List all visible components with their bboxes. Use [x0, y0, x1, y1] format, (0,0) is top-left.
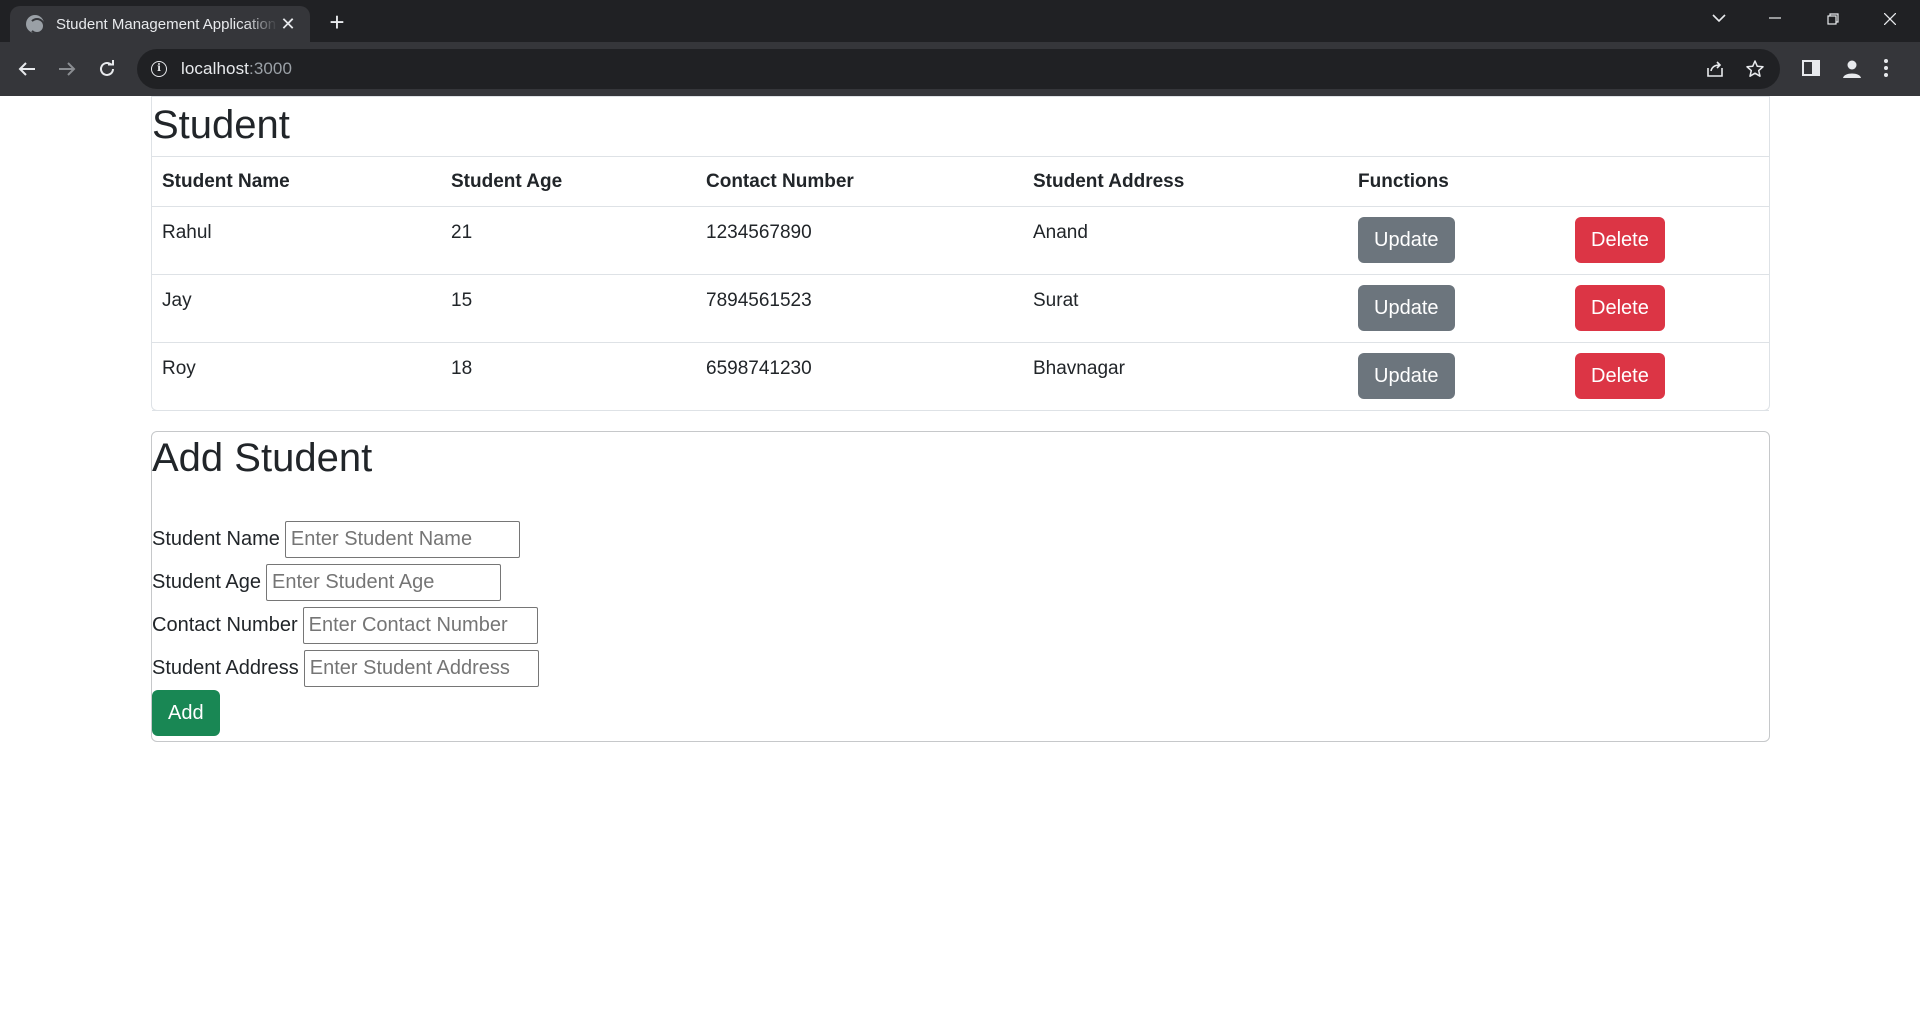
student-name-cell: Rahul — [152, 206, 441, 275]
contact-number-input[interactable] — [302, 607, 538, 644]
new-tab-button[interactable]: + — [322, 8, 352, 38]
tab-search-icon[interactable] — [1696, 4, 1742, 34]
tab-title: Student Management Application — [56, 15, 277, 33]
delete-cell: Delete — [1565, 274, 1769, 343]
table-row: Rahul 21 1234567890 Anand Update Delete — [152, 206, 1769, 275]
contact-number-row: Contact Number — [152, 607, 538, 644]
column-header-address: Student Address — [1023, 156, 1348, 207]
student-age-row: Student Age — [152, 564, 501, 601]
address-bar[interactable]: i localhost:3000 — [137, 49, 1780, 89]
more-menu-icon[interactable] — [1882, 58, 1904, 80]
table-row: Roy 18 6598741230 Bhavnagar Update Delet… — [152, 342, 1769, 411]
delete-cell: Delete — [1565, 206, 1769, 275]
student-age-label: Student Age — [152, 571, 261, 593]
delete-button[interactable]: Delete — [1575, 353, 1665, 399]
delete-cell: Delete — [1565, 342, 1769, 411]
browser-tab[interactable]: Student Management Application ✕ — [10, 6, 310, 42]
contact-number-label: Contact Number — [152, 614, 298, 636]
update-cell: Update — [1348, 274, 1565, 343]
page-content: Student Student Name Student Age Contact… — [0, 96, 1920, 1019]
column-header-age: Student Age — [441, 156, 696, 207]
table-row: Jay 15 7894561523 Surat Update Delete — [152, 274, 1769, 343]
add-student-card: Add Student Student Name Student Age Con… — [151, 431, 1770, 742]
site-info-icon[interactable]: i — [151, 61, 167, 77]
minimize-icon[interactable] — [1752, 4, 1798, 34]
forward-arrow-icon[interactable] — [51, 53, 83, 85]
column-header-functions: Functions — [1348, 156, 1565, 207]
student-name-cell: Roy — [152, 342, 441, 411]
student-name-cell: Jay — [152, 274, 441, 343]
column-header-blank — [1565, 156, 1769, 207]
browser-tab-strip: Student Management Application ✕ + — [0, 0, 1920, 42]
student-name-input[interactable] — [284, 521, 520, 558]
update-button[interactable]: Update — [1358, 285, 1455, 331]
url-text: localhost:3000 — [181, 59, 293, 78]
column-header-contact: Contact Number — [696, 156, 1023, 207]
student-address-row: Student Address — [152, 650, 539, 687]
student-address-label: Student Address — [152, 657, 299, 679]
student-age-cell: 21 — [441, 206, 696, 275]
student-address-cell: Bhavnagar — [1023, 342, 1348, 411]
close-tab-icon[interactable]: ✕ — [278, 14, 298, 34]
student-name-label: Student Name — [152, 528, 280, 550]
column-header-name: Student Name — [152, 156, 441, 207]
student-name-row: Student Name — [152, 521, 520, 558]
contact-number-cell: 1234567890 — [696, 206, 1023, 275]
bookmark-star-icon[interactable] — [1745, 59, 1765, 79]
restore-icon[interactable] — [1810, 4, 1856, 34]
student-age-cell: 15 — [441, 274, 696, 343]
student-list-card: Student Student Name Student Age Contact… — [151, 96, 1770, 411]
add-button[interactable]: Add — [152, 690, 220, 736]
table-header-row: Student Name Student Age Contact Number … — [152, 156, 1769, 207]
browser-toolbar: i localhost:3000 — [0, 42, 1920, 96]
close-window-icon[interactable] — [1867, 4, 1913, 34]
update-cell: Update — [1348, 342, 1565, 411]
back-arrow-icon[interactable] — [11, 53, 43, 85]
contact-number-cell: 6598741230 — [696, 342, 1023, 411]
delete-button[interactable]: Delete — [1575, 285, 1665, 331]
profile-icon[interactable] — [1841, 58, 1863, 80]
student-address-input[interactable] — [303, 650, 539, 687]
student-address-cell: Anand — [1023, 206, 1348, 275]
delete-button[interactable]: Delete — [1575, 217, 1665, 263]
student-age-cell: 18 — [441, 342, 696, 411]
page-title: Student — [152, 103, 290, 147]
student-address-cell: Surat — [1023, 274, 1348, 343]
globe-icon — [26, 15, 45, 34]
reload-icon[interactable] — [91, 53, 123, 85]
student-age-input[interactable] — [265, 564, 501, 601]
add-student-title: Add Student — [152, 436, 373, 480]
update-button[interactable]: Update — [1358, 217, 1455, 263]
side-panel-icon[interactable] — [1801, 58, 1823, 80]
update-cell: Update — [1348, 206, 1565, 275]
contact-number-cell: 7894561523 — [696, 274, 1023, 343]
student-table: Student Name Student Age Contact Number … — [152, 156, 1769, 411]
update-button[interactable]: Update — [1358, 353, 1455, 399]
share-icon[interactable] — [1705, 59, 1725, 79]
